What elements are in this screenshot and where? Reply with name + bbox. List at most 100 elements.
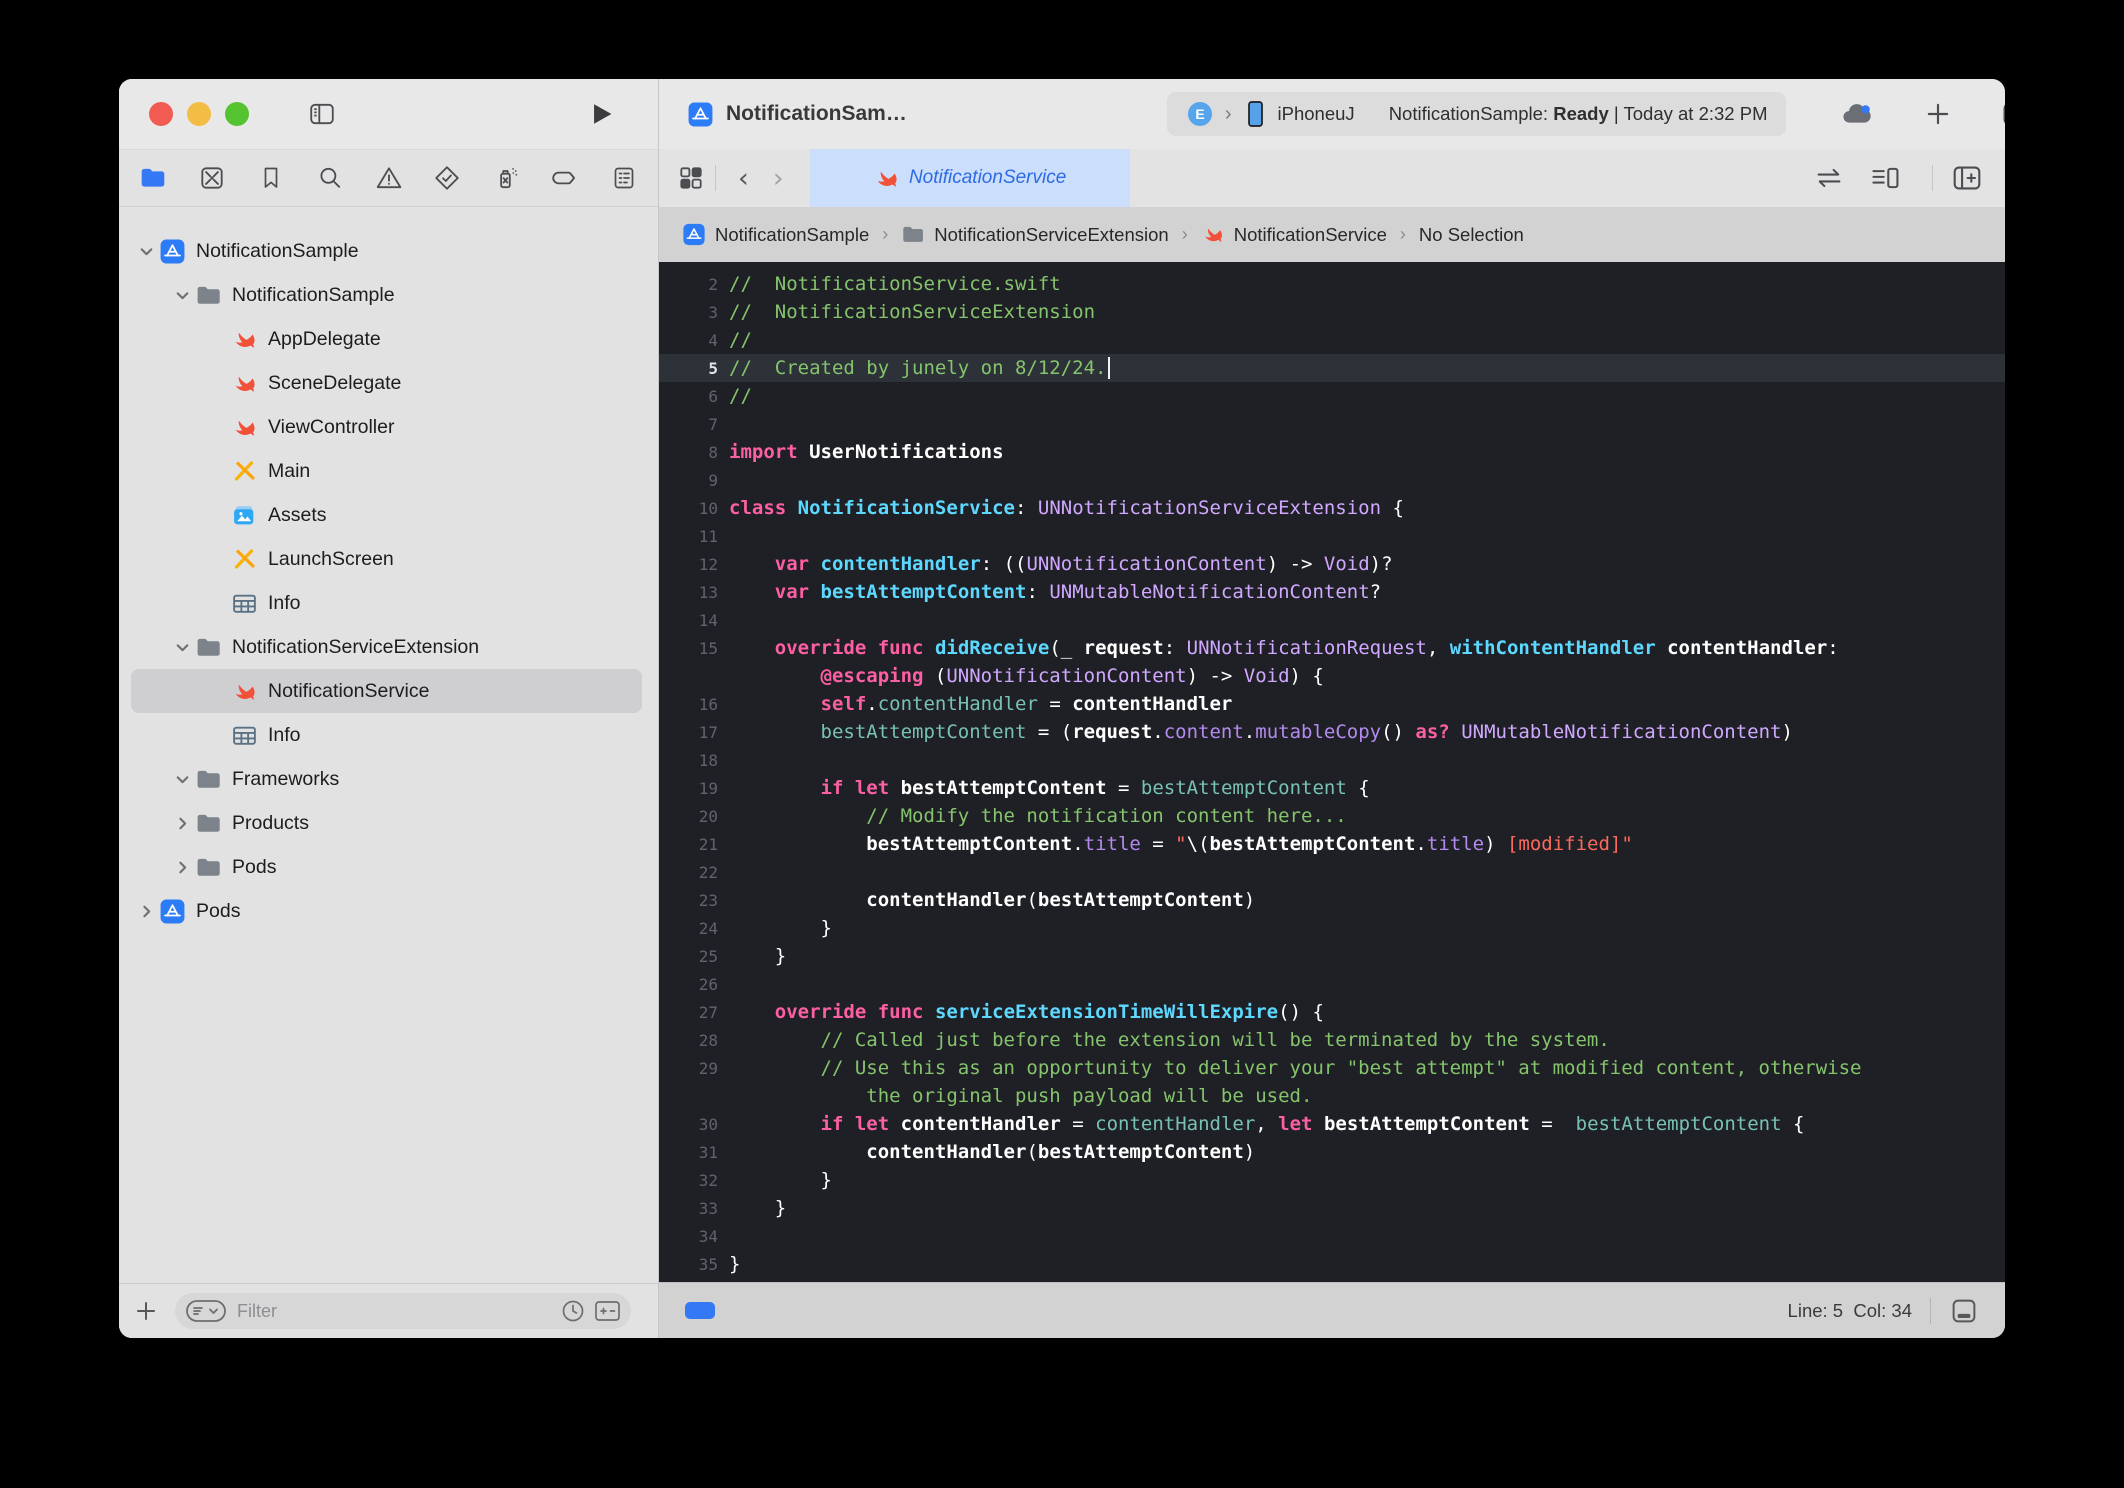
breadcrumb-item-notificationsample[interactable]: NotificationSample: [682, 223, 869, 247]
code-line-wrap[interactable]: the original push payload will be used.: [659, 1082, 2005, 1110]
breakpoint-navigator-button[interactable]: [545, 158, 585, 198]
tree-item-viewcontroller[interactable]: ViewController: [131, 405, 642, 449]
issue-navigator-button[interactable]: [369, 158, 409, 198]
code-line-12[interactable]: 12 var contentHandler: ((UNNotificationC…: [659, 550, 2005, 578]
code-line-32[interactable]: 32 }: [659, 1166, 2005, 1194]
chevron-down-icon[interactable]: [169, 771, 195, 788]
debug-navigator-button[interactable]: [486, 158, 526, 198]
chevron-down-icon[interactable]: [133, 243, 159, 260]
breadcrumb-item-no-selection[interactable]: No Selection: [1419, 224, 1524, 246]
chevron-down-icon[interactable]: [169, 287, 195, 304]
code-line-4[interactable]: 4//: [659, 326, 2005, 354]
code-line-22[interactable]: 22: [659, 858, 2005, 886]
code-line-2[interactable]: 2// NotificationService.swift: [659, 270, 2005, 298]
code-line-30[interactable]: 30 if let contentHandler = contentHandle…: [659, 1110, 2005, 1138]
close-window-button[interactable]: [149, 102, 173, 126]
test-navigator-button[interactable]: [427, 158, 467, 198]
code-line-7[interactable]: 7: [659, 410, 2005, 438]
chevron-right-icon[interactable]: [169, 815, 195, 832]
plus-icon: [1924, 100, 1952, 128]
iphone-device-icon[interactable]: [1242, 99, 1268, 129]
code-line-27[interactable]: 27 override func serviceExtensionTimeWil…: [659, 998, 2005, 1026]
code-line-6[interactable]: 6//: [659, 382, 2005, 410]
editor-layout-button[interactable]: [1949, 1296, 1979, 1326]
code-line-21[interactable]: 21 bestAttemptContent.title = "\(bestAtt…: [659, 830, 2005, 858]
breadcrumb-item-notificationserviceextension[interactable]: NotificationServiceExtension: [901, 223, 1168, 247]
breakpoints-toggle[interactable]: [685, 1302, 715, 1319]
tree-item-pods[interactable]: Pods: [131, 845, 642, 889]
code-line-25[interactable]: 25 }: [659, 942, 2005, 970]
code-line-28[interactable]: 28 // Called just before the extension w…: [659, 1026, 2005, 1054]
chevron-right-icon[interactable]: [133, 903, 159, 920]
code-line-9[interactable]: 9: [659, 466, 2005, 494]
tree-item-frameworks[interactable]: Frameworks: [131, 757, 642, 801]
tab-notificationservice[interactable]: NotificationService: [810, 149, 1130, 207]
filter-field[interactable]: [175, 1293, 631, 1329]
go-forward-button[interactable]: ›: [761, 163, 796, 194]
code-line-26[interactable]: 26: [659, 970, 2005, 998]
code-line-19[interactable]: 19 if let bestAttemptContent = bestAttem…: [659, 774, 2005, 802]
filter-input[interactable]: [235, 1300, 560, 1323]
code-line-23[interactable]: 23 contentHandler(bestAttemptContent): [659, 886, 2005, 914]
code-review-button[interactable]: [1814, 165, 1844, 191]
tree-item-notificationsample[interactable]: NotificationSample: [131, 229, 642, 273]
code-line-33[interactable]: 33 }: [659, 1194, 2005, 1222]
related-items-button[interactable]: [677, 164, 705, 192]
chevron-right-icon[interactable]: [169, 859, 195, 876]
add-item-button[interactable]: [133, 1298, 159, 1324]
run-button[interactable]: [586, 99, 616, 129]
toggle-sidebar-button[interactable]: [307, 100, 337, 128]
new-file-button[interactable]: [1924, 100, 1952, 128]
cloud-sync-button[interactable]: [1838, 99, 1876, 129]
tree-item-scenedelegate[interactable]: SceneDelegate: [131, 361, 642, 405]
code-editor[interactable]: 2// NotificationService.swift3// Notific…: [659, 262, 2005, 1283]
find-navigator-button[interactable]: [310, 158, 350, 198]
code-line-35[interactable]: 35}: [659, 1250, 2005, 1278]
code-line-11[interactable]: 11: [659, 522, 2005, 550]
code-line-3[interactable]: 3// NotificationServiceExtension: [659, 298, 2005, 326]
tree-item-main[interactable]: Main: [131, 449, 642, 493]
flags-filter-icon[interactable]: [594, 1299, 621, 1323]
minimize-window-button[interactable]: [187, 102, 211, 126]
tree-item-notificationsample[interactable]: NotificationSample: [131, 273, 642, 317]
code-line-wrap[interactable]: @escaping (UNNotificationContent) -> Voi…: [659, 662, 2005, 690]
code-line-24[interactable]: 24 }: [659, 914, 2005, 942]
source-control-navigator-button[interactable]: [192, 158, 232, 198]
code-line-18[interactable]: 18: [659, 746, 2005, 774]
code-line-17[interactable]: 17 bestAttemptContent = (request.content…: [659, 718, 2005, 746]
run-destination[interactable]: iPhoneuJ: [1278, 103, 1355, 125]
tree-item-info[interactable]: Info: [131, 713, 642, 757]
tree-item-notificationserviceextension[interactable]: NotificationServiceExtension: [131, 625, 642, 669]
toggle-inspector-button[interactable]: [2000, 99, 2006, 129]
code-line-20[interactable]: 20 // Modify the notification content he…: [659, 802, 2005, 830]
tree-item-pods[interactable]: Pods: [131, 889, 642, 933]
go-back-button[interactable]: ‹: [726, 163, 761, 194]
code-line-5[interactable]: 5// Created by junely on 8/12/24.: [659, 354, 2005, 382]
code-line-10[interactable]: 10class NotificationService: UNNotificat…: [659, 494, 2005, 522]
tree-item-products[interactable]: Products: [131, 801, 642, 845]
project-navigator-button[interactable]: [133, 158, 173, 198]
code-line-14[interactable]: 14: [659, 606, 2005, 634]
code-line-8[interactable]: 8import UserNotifications: [659, 438, 2005, 466]
adjust-editor-options-button[interactable]: [1870, 164, 1902, 192]
code-line-31[interactable]: 31 contentHandler(bestAttemptContent): [659, 1138, 2005, 1166]
chevron-down-icon[interactable]: [169, 639, 195, 656]
tree-item-info[interactable]: Info: [131, 581, 642, 625]
code-line-16[interactable]: 16 self.contentHandler = contentHandler: [659, 690, 2005, 718]
tree-item-launchscreen[interactable]: LaunchScreen: [131, 537, 642, 581]
bookmark-navigator-button[interactable]: [251, 158, 291, 198]
recents-clock-icon[interactable]: [560, 1298, 586, 1324]
tree-item-notificationservice[interactable]: NotificationService: [131, 669, 642, 713]
tree-item-appdelegate[interactable]: AppDelegate: [131, 317, 642, 361]
zoom-window-button[interactable]: [225, 102, 249, 126]
breadcrumb-item-notificationservice[interactable]: NotificationService: [1201, 223, 1387, 247]
report-navigator-button[interactable]: [604, 158, 644, 198]
tree-item-assets[interactable]: Assets: [131, 493, 642, 537]
scheme-status-pill[interactable]: E › iPhoneuJ NotificationSample: Ready |…: [1167, 92, 1786, 136]
add-editor-button[interactable]: [1951, 163, 1983, 193]
code-line-34[interactable]: 34: [659, 1222, 2005, 1250]
code-line-15[interactable]: 15 override func didReceive(_ request: U…: [659, 634, 2005, 662]
code-line-13[interactable]: 13 var bestAttemptContent: UNMutableNoti…: [659, 578, 2005, 606]
extension-target-icon[interactable]: E: [1185, 99, 1215, 129]
code-line-29[interactable]: 29 // Use this as an opportunity to deli…: [659, 1054, 2005, 1082]
